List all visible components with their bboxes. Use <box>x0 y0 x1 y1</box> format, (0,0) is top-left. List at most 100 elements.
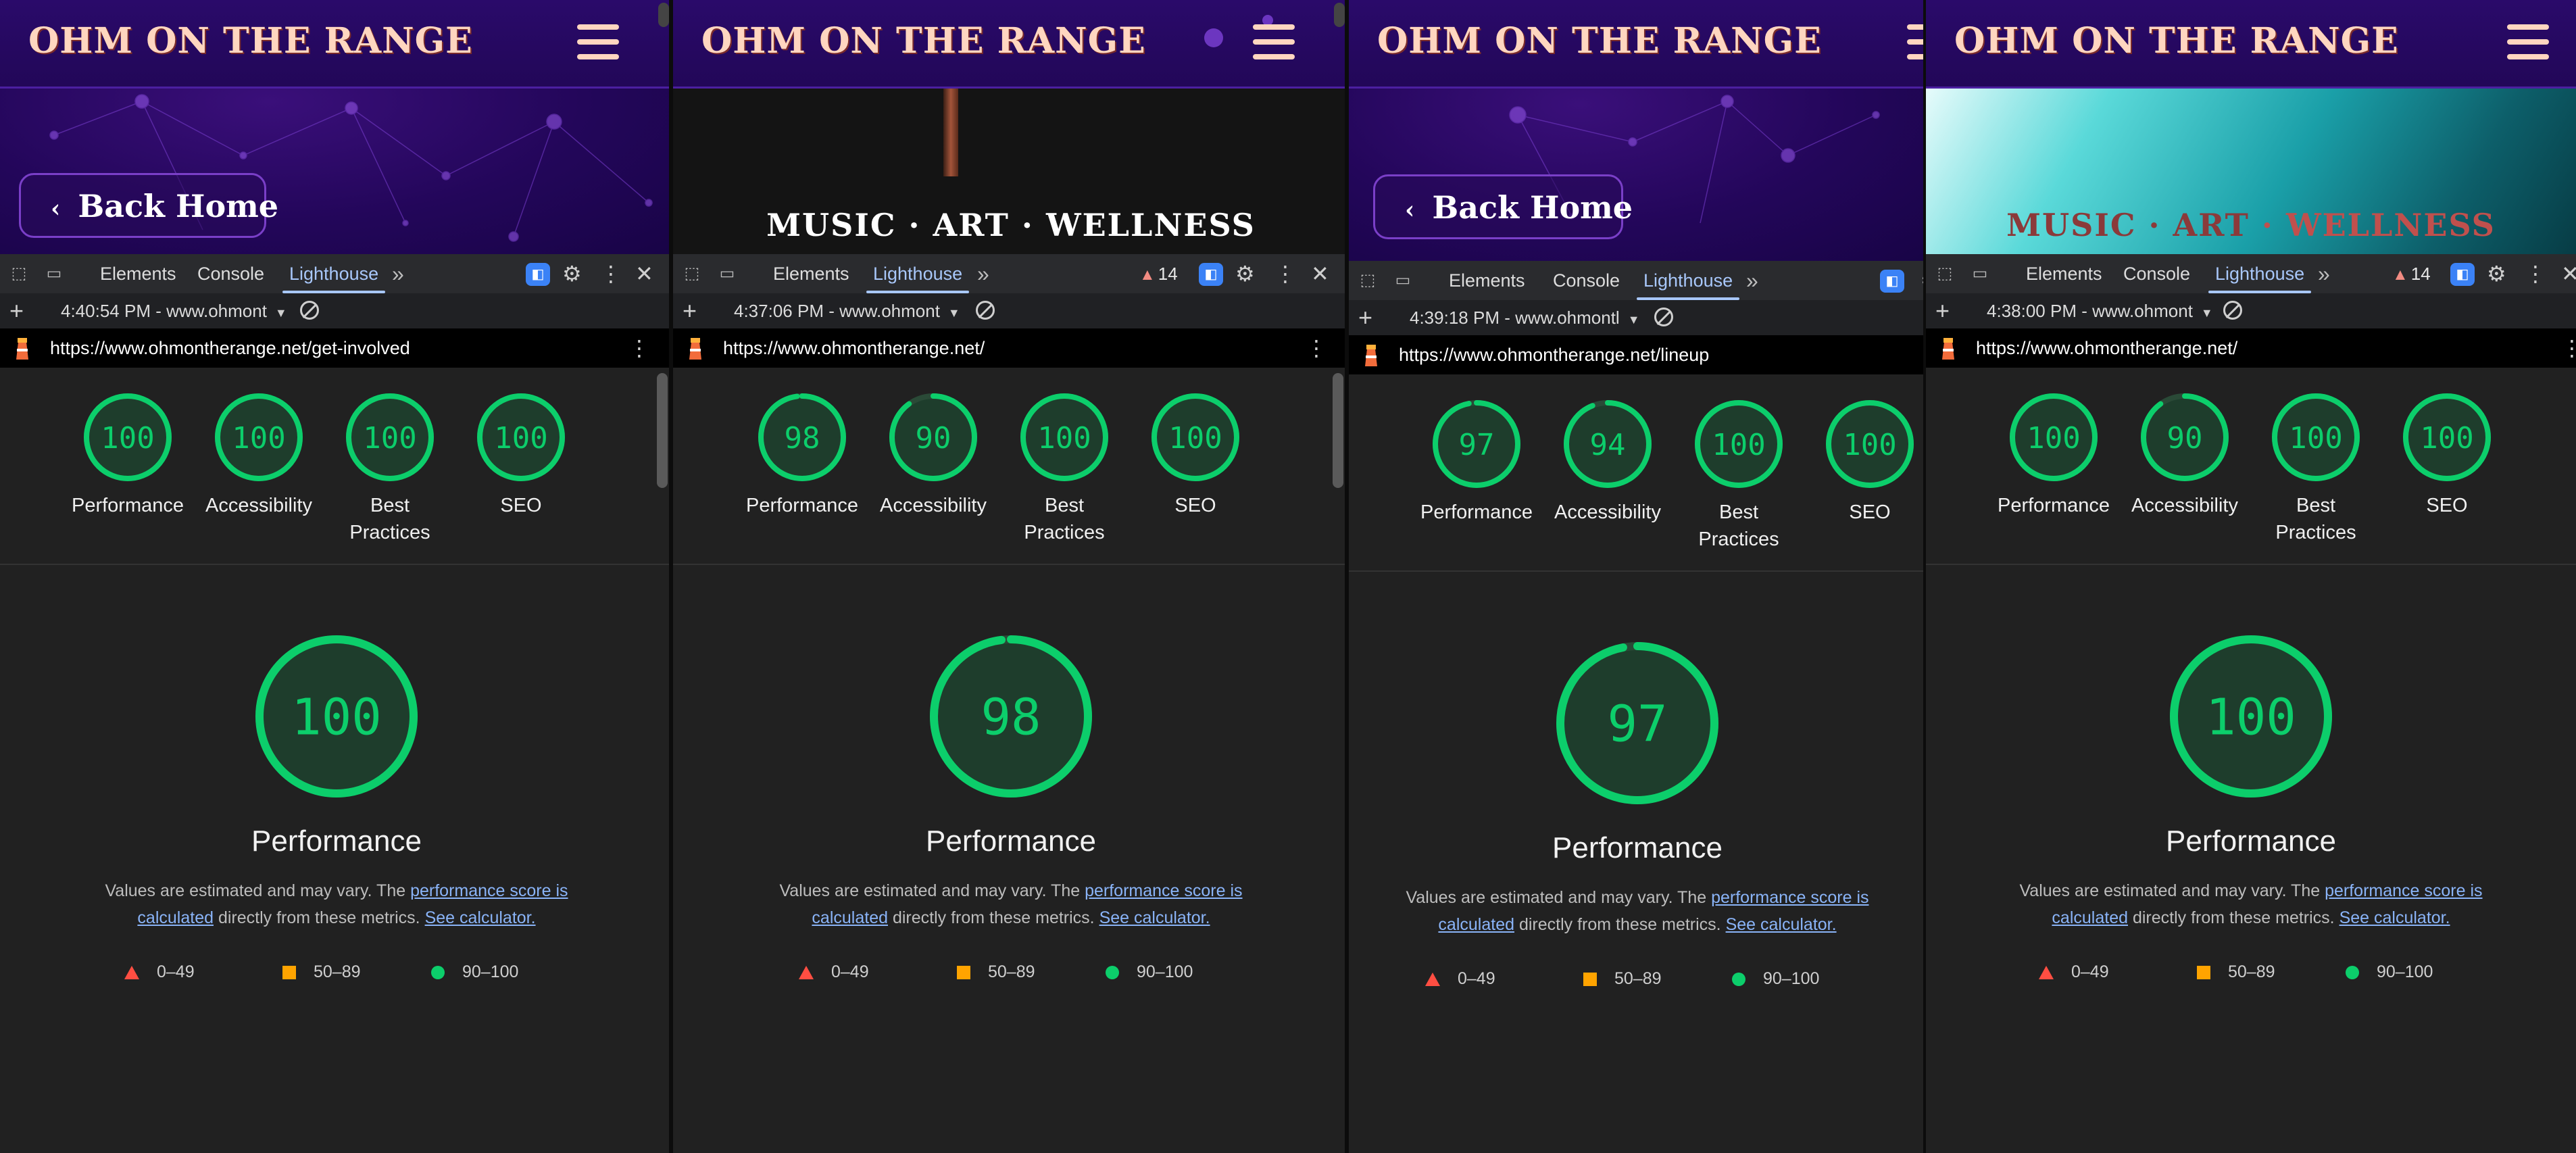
report-url[interactable]: https://www.ohmontherange.net/ <box>723 328 985 368</box>
extension-icon[interactable]: ◧ <box>1199 263 1223 286</box>
gauge-score: 100 <box>1168 421 1222 456</box>
gauge-performance[interactable]: 100 Performance <box>64 393 192 519</box>
tab-console[interactable]: Console <box>1553 261 1620 300</box>
category-gauge-ring: 100 <box>477 393 565 481</box>
gauge-label: Best Practices <box>2275 495 2356 543</box>
inspect-element-icon[interactable]: ⬚ <box>683 264 701 283</box>
gauge-seo[interactable]: 100 SEO <box>1806 400 1926 526</box>
warning-badge[interactable]: ▲ 14 <box>1139 254 1178 293</box>
report-select[interactable]: 4:40:54 PM - www.ohmont ▼ <box>61 293 287 330</box>
report-menu-icon[interactable]: ⋮ <box>2561 328 2576 368</box>
tab-elements[interactable]: Elements <box>100 254 176 293</box>
hamburger-menu-icon[interactable] <box>577 24 619 59</box>
hamburger-menu-icon[interactable] <box>1253 24 1295 59</box>
gauge-seo[interactable]: 100 SEO <box>1131 393 1260 519</box>
report-scrollbar[interactable] <box>1333 373 1343 488</box>
site-logo[interactable]: OHM ON THE RANGE <box>701 20 1146 62</box>
clear-reports-icon[interactable] <box>1654 308 1673 326</box>
see-calculator-link[interactable]: See calculator. <box>1099 908 1210 927</box>
gauge-seo[interactable]: 100 SEO <box>2383 393 2511 519</box>
gauge-best-practices[interactable]: 100 Best Practices <box>2252 393 2380 546</box>
report-select[interactable]: 4:38:00 PM - www.ohmont ▼ <box>1987 293 2213 330</box>
tab-lighthouse[interactable]: Lighthouse <box>866 254 970 293</box>
hamburger-menu-icon[interactable] <box>2507 24 2549 59</box>
report-menu-icon[interactable]: ⋮ <box>628 328 650 368</box>
clear-reports-icon[interactable] <box>2223 301 2242 320</box>
gauge-accessibility[interactable]: 94 Accessibility <box>1543 400 1672 526</box>
gauge-best-practices[interactable]: 100 Best Practices <box>1675 400 1803 553</box>
device-toolbar-icon[interactable]: ▭ <box>45 264 64 283</box>
devtools-menu-icon[interactable]: ⋮ <box>600 254 622 293</box>
more-tabs-icon[interactable]: » <box>1746 261 1758 300</box>
report-select[interactable]: 4:37:06 PM - www.ohmont ▼ <box>734 293 960 330</box>
gauge-seo[interactable]: 100 SEO <box>457 393 585 519</box>
settings-gear-icon[interactable]: ⚙ <box>562 254 582 293</box>
device-toolbar-icon[interactable]: ▭ <box>1393 271 1412 290</box>
tab-console[interactable]: Console <box>197 254 264 293</box>
gauge-performance[interactable]: 98 Performance <box>738 393 866 519</box>
device-toolbar-icon[interactable]: ▭ <box>1971 264 1989 283</box>
clear-reports-icon[interactable] <box>300 301 319 320</box>
devtools-menu-icon[interactable]: ⋮ <box>1274 254 1296 293</box>
tab-console[interactable]: Console <box>2123 254 2190 293</box>
see-calculator-link[interactable]: See calculator. <box>425 908 536 927</box>
close-devtools-icon[interactable]: ✕ <box>2561 254 2576 293</box>
devtools: ⬚ ▭ Elements Console Lighthouse» ◧ ⚙ ⋮ ✕ +4:40:54… <box>0 254 673 1153</box>
tab-elements[interactable]: Elements <box>773 254 849 293</box>
extension-icon[interactable]: ◧ <box>526 263 550 286</box>
tab-lighthouse[interactable]: Lighthouse <box>1637 261 1740 300</box>
triangle-icon <box>124 966 139 980</box>
report-url[interactable]: https://www.ohmontherange.net/get-involv… <box>50 328 410 368</box>
gauge-accessibility[interactable]: 90 Accessibility <box>869 393 997 519</box>
new-report-icon[interactable]: + <box>1358 300 1372 335</box>
see-calculator-link[interactable]: See calculator. <box>1726 915 1837 934</box>
more-tabs-icon[interactable]: » <box>2318 254 2330 293</box>
more-tabs-icon[interactable]: » <box>977 254 989 293</box>
back-home-button[interactable]: ‹ Back Home <box>1373 174 1633 239</box>
settings-gear-icon[interactable]: ⚙ <box>2487 254 2506 293</box>
gauge-best-practices[interactable]: 100 Best Practices <box>1000 393 1129 546</box>
report-scrollbar[interactable] <box>657 373 668 488</box>
gauge-performance[interactable]: 97 Performance <box>1412 400 1541 526</box>
settings-gear-icon[interactable]: ⚙ <box>1235 254 1255 293</box>
tab-lighthouse[interactable]: Lighthouse <box>2208 254 2312 293</box>
new-report-icon[interactable]: + <box>1935 293 1950 328</box>
circle-icon <box>1106 966 1119 980</box>
close-devtools-icon[interactable]: ✕ <box>635 254 653 293</box>
tab-elements[interactable]: Elements <box>1449 261 1525 300</box>
gauge-accessibility[interactable]: 90 Accessibility <box>2121 393 2249 519</box>
score-legend: 0–49 50–89 90–100 <box>80 958 593 985</box>
page-scrollbar[interactable] <box>658 3 669 27</box>
inspect-element-icon[interactable]: ⬚ <box>9 264 28 283</box>
site-logo[interactable]: OHM ON THE RANGE <box>1377 20 1822 62</box>
site-logo[interactable]: OHM ON THE RANGE <box>1954 20 2399 62</box>
gauge-accessibility[interactable]: 100 Accessibility <box>195 393 323 519</box>
report-url[interactable]: https://www.ohmontherange.net/ <box>1976 328 2237 368</box>
see-calculator-link[interactable]: See calculator. <box>2339 908 2450 927</box>
devtools-menu-icon[interactable]: ⋮ <box>2525 254 2546 293</box>
page-scrollbar[interactable] <box>1334 3 1345 27</box>
report-url[interactable]: https://www.ohmontherange.net/lineup <box>1399 335 1709 374</box>
gauge-performance[interactable]: 100 Performance <box>1989 393 2118 519</box>
gauge-score: 97 <box>1459 428 1495 462</box>
tab-elements[interactable]: Elements <box>2026 254 2102 293</box>
report-select[interactable]: 4:39:18 PM - www.ohmontl ▼ <box>1410 300 1640 337</box>
new-report-icon[interactable]: + <box>683 293 697 328</box>
inspect-element-icon[interactable]: ⬚ <box>1935 264 1954 283</box>
close-devtools-icon[interactable]: ✕ <box>1311 254 1329 293</box>
clear-reports-icon[interactable] <box>976 301 995 320</box>
legend-average: 50–89 <box>957 958 1035 985</box>
more-tabs-icon[interactable]: » <box>392 254 404 293</box>
gauge-label: SEO <box>2426 495 2468 516</box>
inspect-element-icon[interactable]: ⬚ <box>1358 271 1377 290</box>
gauge-best-practices[interactable]: 100 Best Practices <box>326 393 454 546</box>
site-logo[interactable]: OHM ON THE RANGE <box>28 20 473 62</box>
new-report-icon[interactable]: + <box>9 293 24 328</box>
back-home-button[interactable]: ‹ Back Home <box>19 173 278 238</box>
warning-badge[interactable]: ▲ 14 <box>2392 254 2431 293</box>
extension-icon[interactable]: ◧ <box>1880 270 1904 293</box>
extension-icon[interactable]: ◧ <box>2450 263 2475 286</box>
device-toolbar-icon[interactable]: ▭ <box>718 264 737 283</box>
tab-lighthouse[interactable]: Lighthouse <box>282 254 386 293</box>
report-menu-icon[interactable]: ⋮ <box>1306 328 1327 368</box>
